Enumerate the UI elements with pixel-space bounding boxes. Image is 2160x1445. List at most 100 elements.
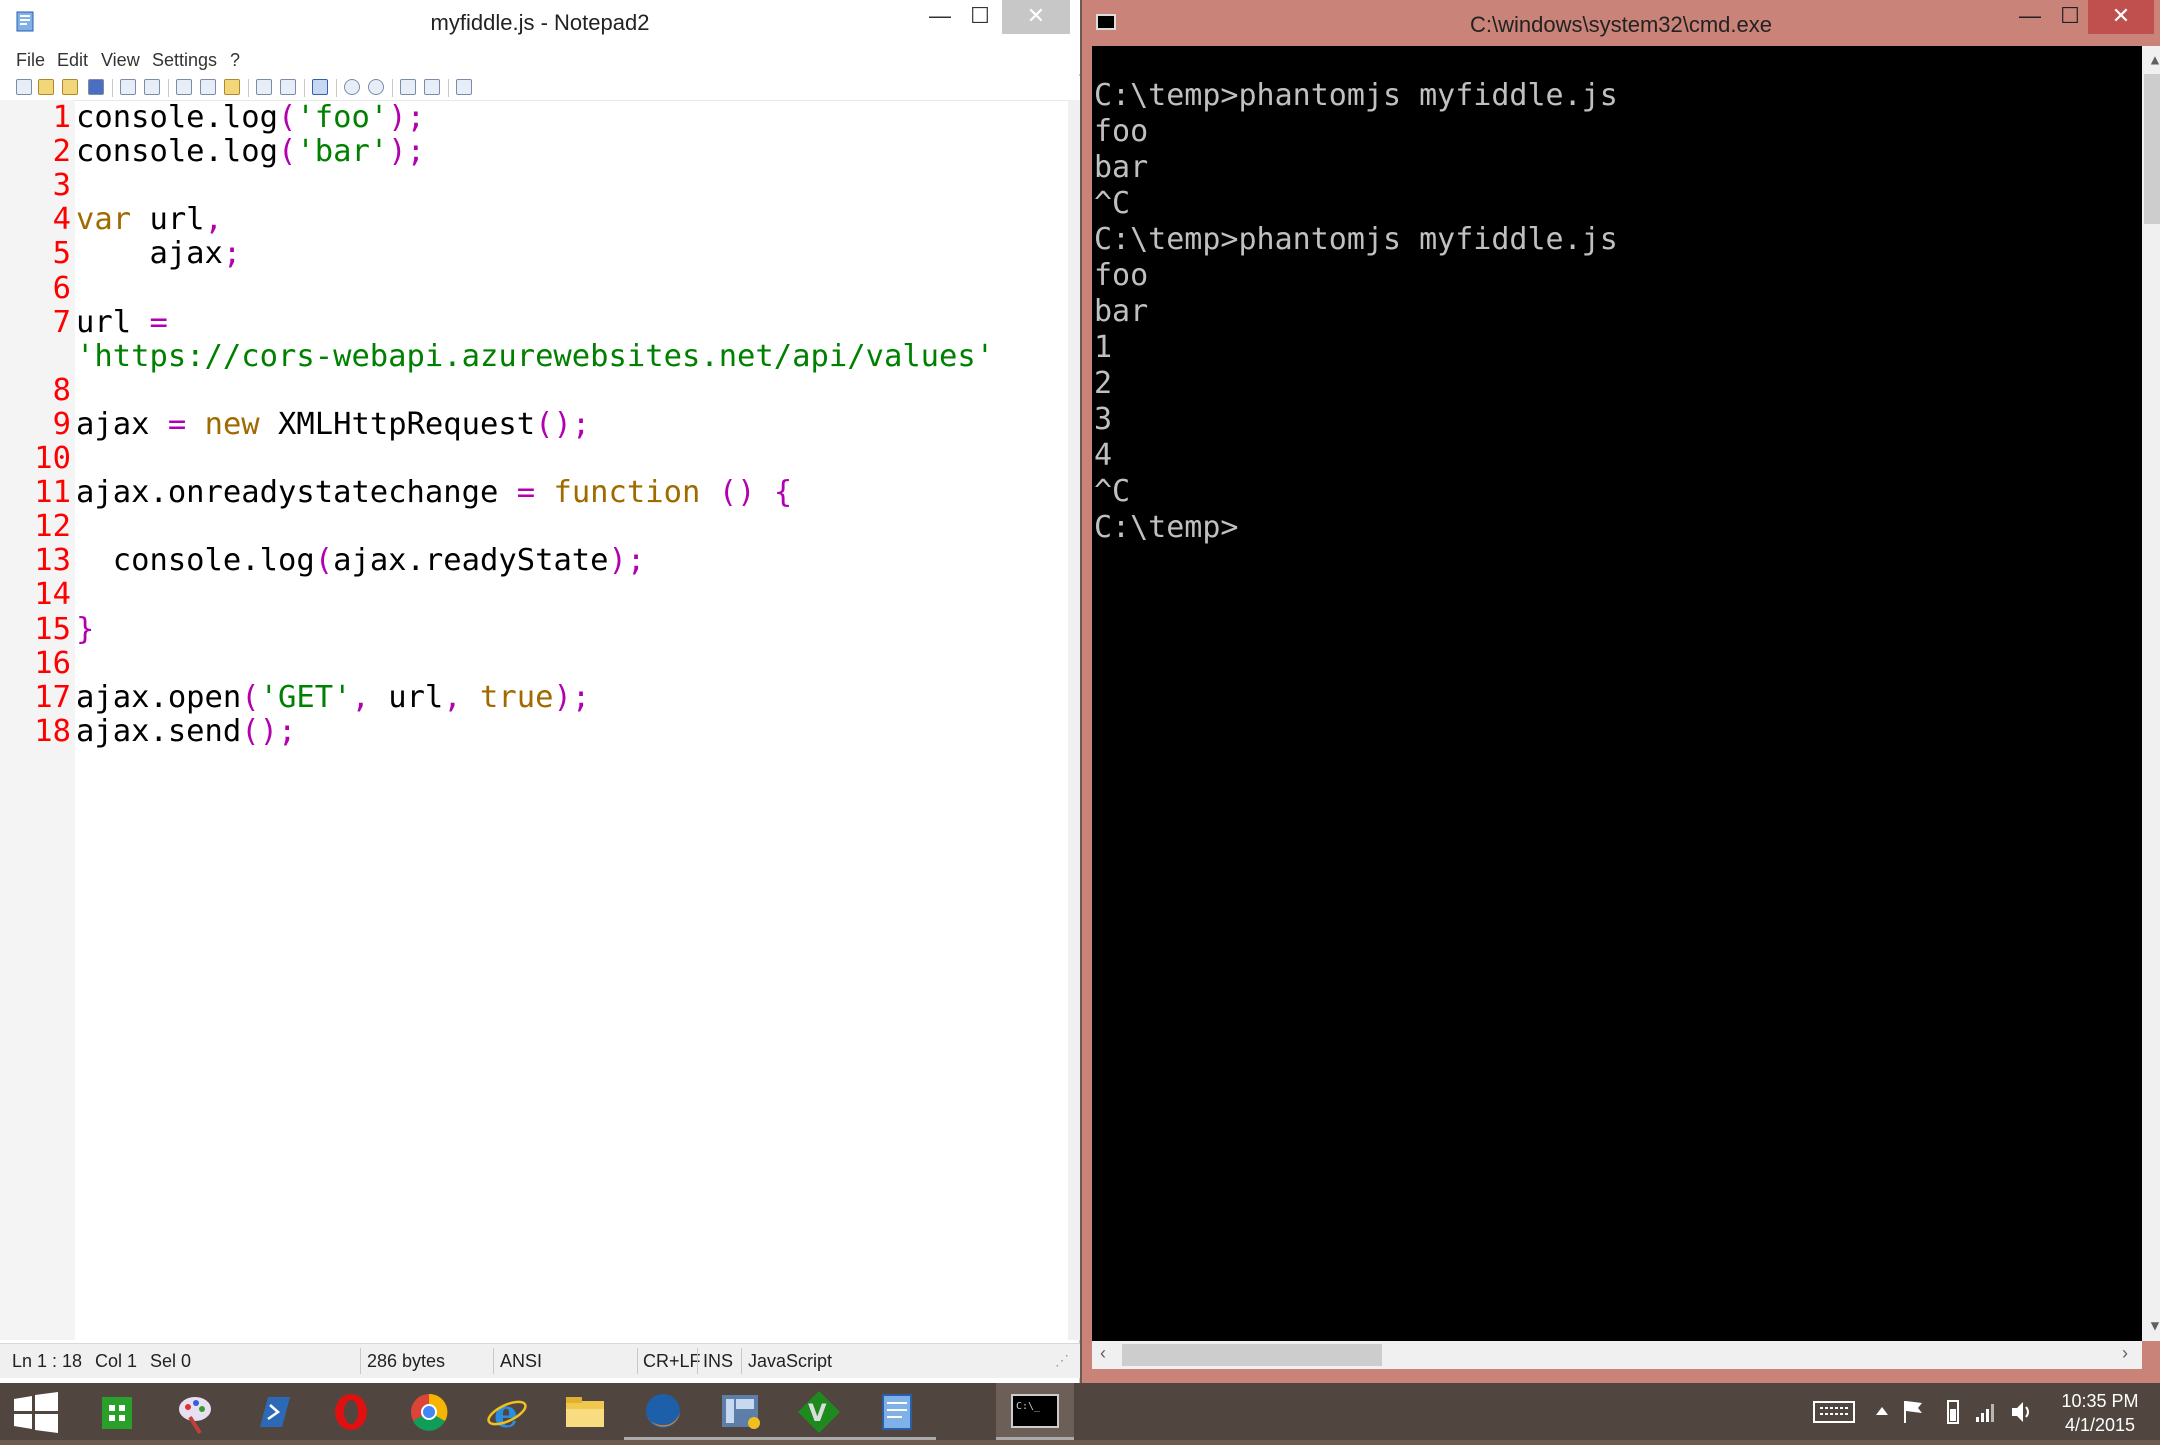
undo-icon[interactable] (120, 79, 136, 95)
zoom-in-icon[interactable] (344, 79, 360, 95)
redo-icon[interactable] (144, 79, 160, 95)
maximize-button[interactable]: ☐ (950, 0, 1010, 34)
menu-settings[interactable]: Settings (152, 50, 217, 71)
code-text: ajax = new XMLHttpRequest(); (76, 407, 590, 442)
taskbar-store[interactable] (78, 1383, 156, 1440)
show-hidden-icons-icon[interactable] (1872, 1383, 1892, 1440)
taskbar-vim[interactable]: V (780, 1383, 858, 1440)
taskbar-paint[interactable] (156, 1383, 234, 1440)
notepad2-window[interactable]: myfiddle.js - Notepad2 — ☐ ✕ File Edit V… (0, 0, 1080, 1383)
code-token: = (516, 475, 536, 511)
new-file-icon[interactable] (16, 79, 32, 95)
browse-icon[interactable] (62, 79, 78, 95)
save-icon[interactable] (88, 79, 104, 95)
close-button[interactable]: ✕ (1002, 0, 1070, 34)
start-icon (14, 1392, 58, 1433)
console-vertical-scrollbar[interactable]: ▲ ▼ (2142, 46, 2160, 1341)
status-lexer[interactable]: JavaScript (748, 1351, 832, 1372)
replace-icon[interactable] (280, 79, 296, 95)
cmd-close-button[interactable]: ✕ (2088, 0, 2154, 34)
status-file-size: 286 bytes (367, 1351, 446, 1371)
notepad2-title-bar[interactable]: myfiddle.js - Notepad2 — ☐ ✕ (0, 0, 1080, 46)
network-signal-icon[interactable] (1972, 1383, 1998, 1440)
console-line: 2 (1094, 366, 1113, 401)
cmd-icon: C:\_ (1011, 1394, 1059, 1428)
code-token: ajax.readyState (333, 543, 609, 579)
schemes-icon[interactable] (400, 79, 416, 95)
taskbar-file-explorer[interactable] (546, 1383, 624, 1440)
code-token: console.log (76, 100, 278, 135)
status-insert-mode[interactable]: INS (703, 1351, 733, 1372)
volume-icon[interactable] (2008, 1383, 2034, 1440)
cmd-title-bar[interactable]: C:\windows\system32\cmd.exe — ☐ ✕ (1082, 0, 2160, 46)
firefox-icon (646, 1394, 680, 1428)
status-line-ending[interactable]: CR+LF (643, 1351, 701, 1372)
taskbar-firefox[interactable] (624, 1383, 702, 1440)
word-wrap-icon[interactable] (312, 79, 328, 95)
status-bar: Ln 1 : 18 Col 1 Sel 0 286 bytes ANSI CR+… (0, 1343, 1080, 1378)
paint-icon (179, 1397, 211, 1435)
code-token: = (167, 406, 187, 442)
taskbar-internet-explorer[interactable]: e (468, 1383, 546, 1440)
cmd-window[interactable]: C:\windows\system32\cmd.exe — ☐ ✕ ▲ ▼ C:… (1082, 0, 2160, 1383)
code-editor[interactable]: 1 console.log('foo'); 2 console.log('bar');… (0, 100, 1070, 1340)
taskbar-powershell[interactable] (234, 1383, 312, 1440)
scroll-down-icon[interactable]: ▼ (2142, 1318, 2160, 1334)
taskbar-notepad2[interactable] (858, 1383, 936, 1440)
code-token: ( (278, 134, 297, 170)
customize-schemes-icon[interactable] (424, 79, 440, 95)
code-token: true (480, 679, 554, 715)
menu-file[interactable]: File (16, 50, 45, 71)
code-token: () (718, 475, 756, 511)
battery-icon[interactable] (1944, 1383, 1962, 1440)
taskbar-cmd[interactable]: C:\_ (996, 1383, 1074, 1440)
exit-icon[interactable] (456, 79, 472, 95)
code-text: ajax.open('GET', url, true); (76, 680, 590, 715)
find-icon[interactable] (256, 79, 272, 95)
system-clock[interactable]: 10:35 PM 4/1/2015 (2040, 1389, 2160, 1437)
editor-vertical-scrollbar[interactable] (1068, 100, 1080, 1340)
paste-icon[interactable] (224, 79, 240, 95)
console-output[interactable]: ▲ ▼ C:\temp>phantomjs myfiddle.js foo bar ^… (1092, 46, 2160, 1341)
horizontal-scroll-thumb[interactable] (1122, 1344, 1382, 1366)
menu-edit[interactable]: Edit (57, 50, 88, 71)
scroll-up-icon[interactable]: ▲ (2142, 52, 2160, 68)
console-line: ^C (1094, 474, 1131, 509)
scroll-left-icon[interactable]: ‹ (1100, 1343, 1106, 1364)
code-text: } (76, 612, 94, 647)
code-token: function (553, 475, 701, 511)
line-number: 14 (34, 577, 71, 613)
taskbar-chrome[interactable] (390, 1383, 468, 1440)
taskbar-opera[interactable] (312, 1383, 390, 1440)
action-center-flag-icon[interactable] (1900, 1383, 1926, 1440)
resize-grip-icon[interactable]: ⋰ (1055, 1352, 1069, 1369)
code-token: ); (388, 134, 425, 170)
menu-view[interactable]: View (101, 50, 140, 71)
taskbar: e V C:\_ 10:35 PM 4/1/2015 (0, 1383, 2160, 1440)
console-line: ^C (1094, 186, 1131, 221)
line-number: 6 (52, 270, 71, 306)
scroll-right-icon[interactable]: › (2122, 1343, 2128, 1364)
code-token: (); (535, 406, 591, 442)
console-horizontal-scrollbar[interactable]: ‹ › (1092, 1341, 2142, 1369)
open-folder-icon[interactable] (38, 79, 54, 95)
start-button[interactable] (0, 1383, 78, 1440)
console-line: bar (1094, 150, 1149, 185)
status-encoding[interactable]: ANSI (500, 1351, 542, 1372)
code-token: ajax.open (76, 679, 242, 715)
code-token: , (204, 202, 223, 238)
zoom-out-icon[interactable] (368, 79, 384, 95)
console-line: foo (1094, 258, 1149, 293)
svg-text:C:\_: C:\_ (1016, 1401, 1041, 1412)
console-line: 4 (1094, 438, 1113, 473)
vertical-scroll-thumb[interactable] (2144, 74, 2160, 224)
cut-icon[interactable] (176, 79, 192, 95)
copy-icon[interactable] (200, 79, 216, 95)
keyboard-icon[interactable] (1810, 1383, 1858, 1440)
taskbar-visual-studio[interactable] (702, 1383, 780, 1440)
code-token: var (76, 202, 132, 238)
menu-help[interactable]: ? (230, 50, 240, 71)
line-number: 7 (52, 304, 71, 340)
